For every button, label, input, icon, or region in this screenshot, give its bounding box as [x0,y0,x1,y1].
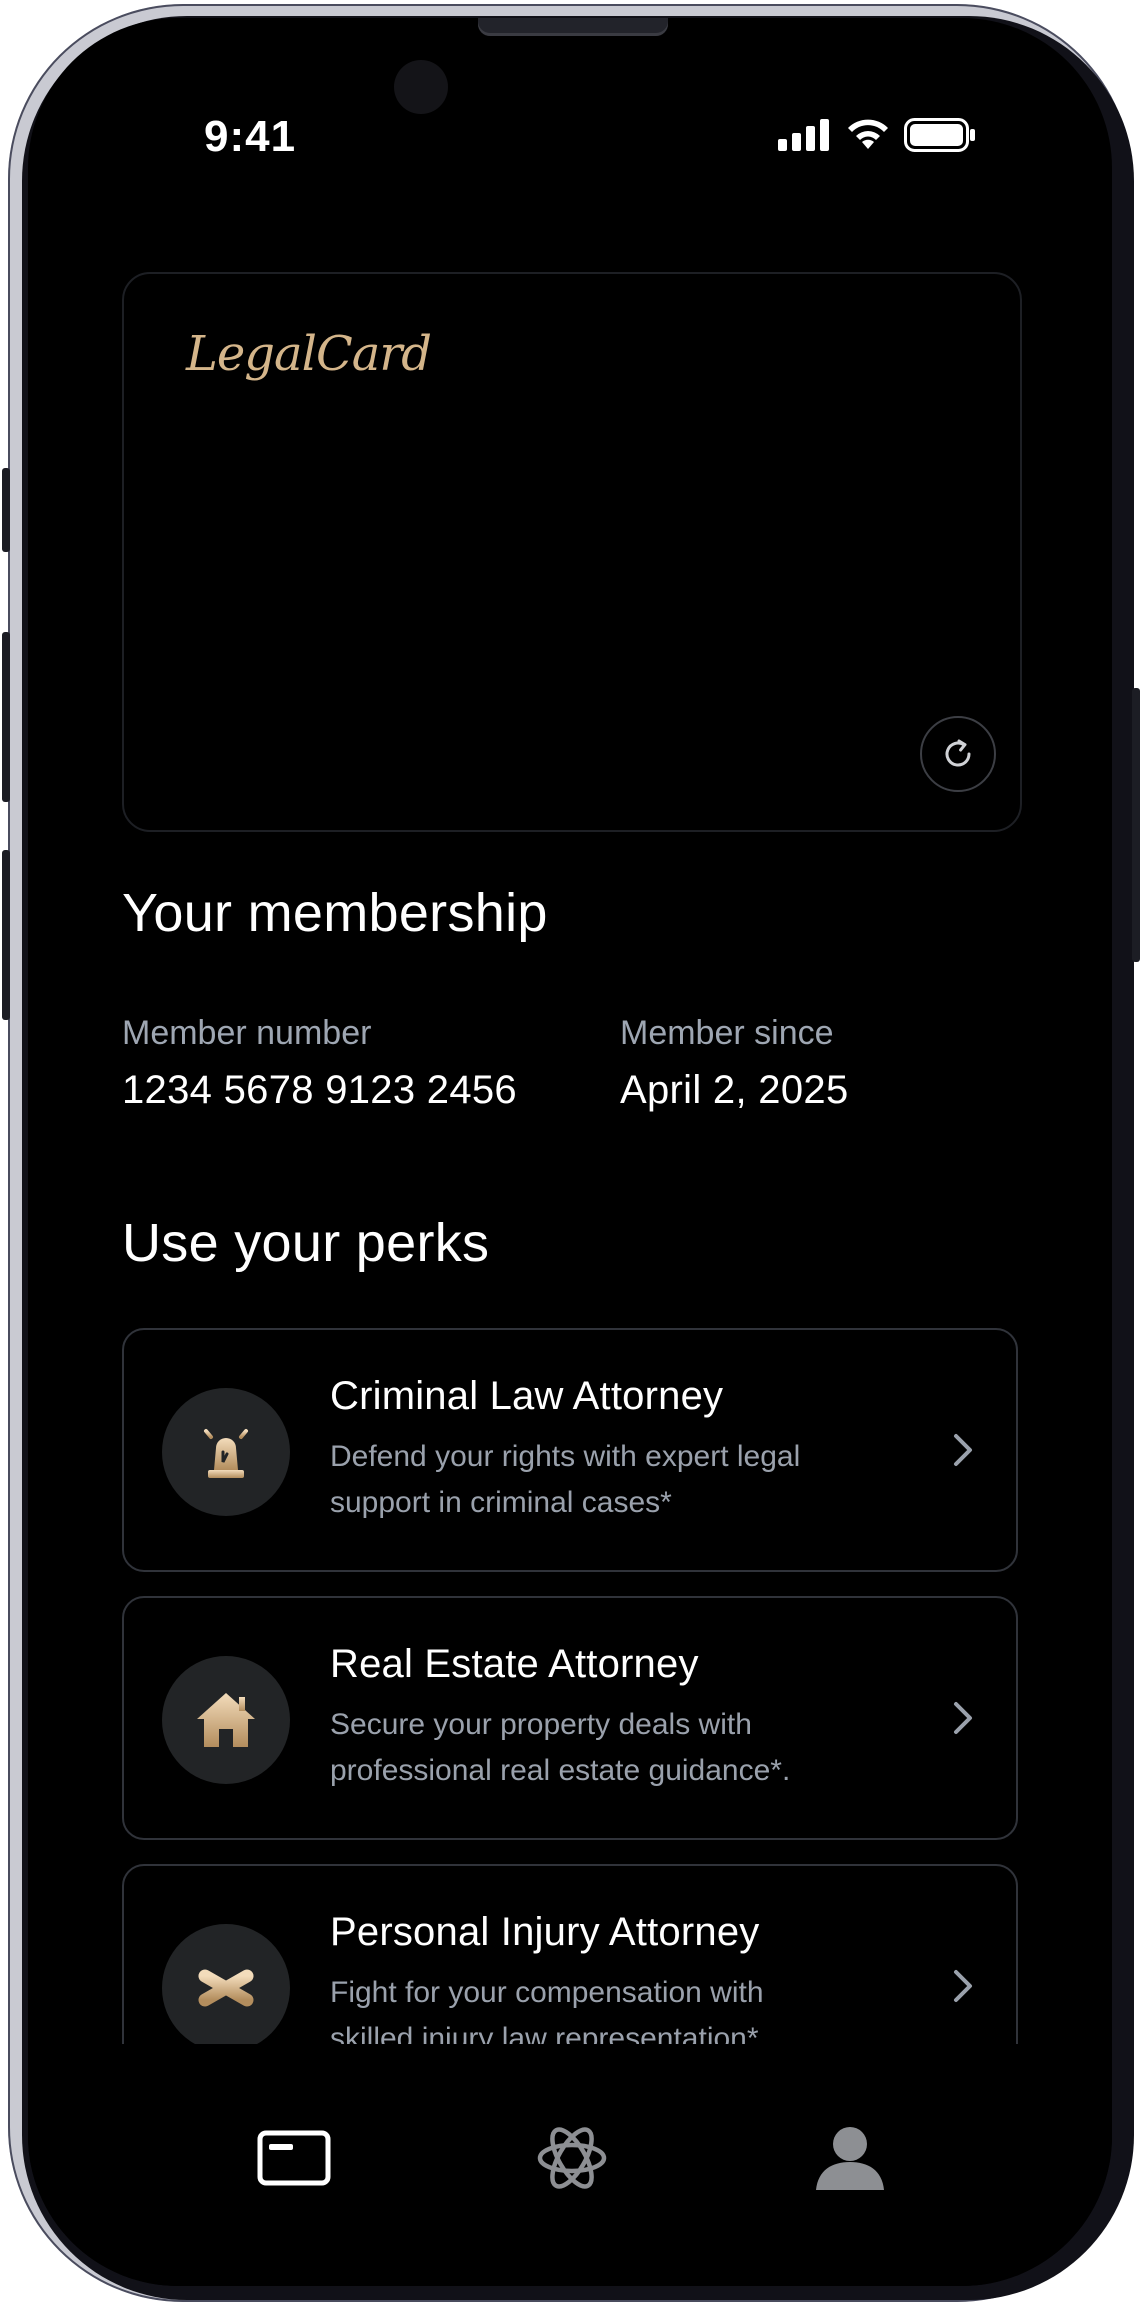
perk-description: Fight for your compensation with skilled… [330,1976,767,2044]
person-icon [816,2127,884,2190]
signal-icon [778,119,829,151]
perk-description: Secure your property deals with professi… [330,1708,791,1787]
status-time: 9:41 [204,112,297,161]
perk-title: Real Estate Attorney [330,1642,699,1686]
refresh-button[interactable] [920,716,996,792]
perk-icon-badge [162,1656,290,1784]
status-bar: 9:41 [28,98,1112,161]
chevron-right-icon [954,1702,972,1734]
card-icon [257,2130,331,2186]
speaker-grille [478,18,668,36]
tab-card[interactable] [244,2108,344,2208]
member-number-value: 1234 5678 9123 2456 [122,1068,517,1112]
side-button [1132,688,1140,962]
brand-logo: LegalCard [186,326,432,382]
refresh-icon [945,739,971,767]
atom-icon [537,2127,607,2189]
membership-card[interactable]: LegalCard [122,272,1022,832]
volume-down-button [2,850,10,1020]
mute-switch [2,468,10,552]
asterisk-icon [198,1957,254,2019]
volume-up-button [2,632,10,802]
siren-icon [196,1422,256,1478]
perk-description: Defend your rights with expert legal sup… [330,1440,801,1519]
perk-icon-badge [162,1388,290,1516]
tab-bar [28,2068,1112,2286]
house-icon [197,1693,255,1747]
tab-benefits[interactable] [522,2108,622,2208]
battery-icon [904,118,975,152]
perk-item-criminal-law[interactable]: Criminal Law Attorney Defend your rights… [122,1328,1018,1572]
membership-heading: Your membership [122,883,548,943]
perk-item-personal-injury[interactable]: Personal Injury Attorney Fight for your … [122,1864,1018,2044]
chevron-right-icon [954,1434,972,1466]
chevron-right-icon [954,1970,972,2002]
perk-item-real-estate[interactable]: Real Estate Attorney Secure your propert… [122,1596,1018,1840]
perk-title: Personal Injury Attorney [330,1910,760,1954]
wifi-icon [848,119,888,149]
member-since-label: Member since [620,1014,834,1052]
member-number-label: Member number [122,1014,372,1052]
perks-heading: Use your perks [122,1213,490,1273]
phone-screen: 9:41 LegalCard Your membership Member nu… [28,18,1112,2286]
system-icons [778,118,976,152]
perks-list[interactable]: Criminal Law Attorney Defend your rights… [28,1328,1112,2044]
perk-title: Criminal Law Attorney [330,1374,724,1418]
perk-icon-badge [162,1924,290,2044]
tab-profile[interactable] [800,2108,900,2208]
member-since-value: April 2, 2025 [620,1068,849,1112]
